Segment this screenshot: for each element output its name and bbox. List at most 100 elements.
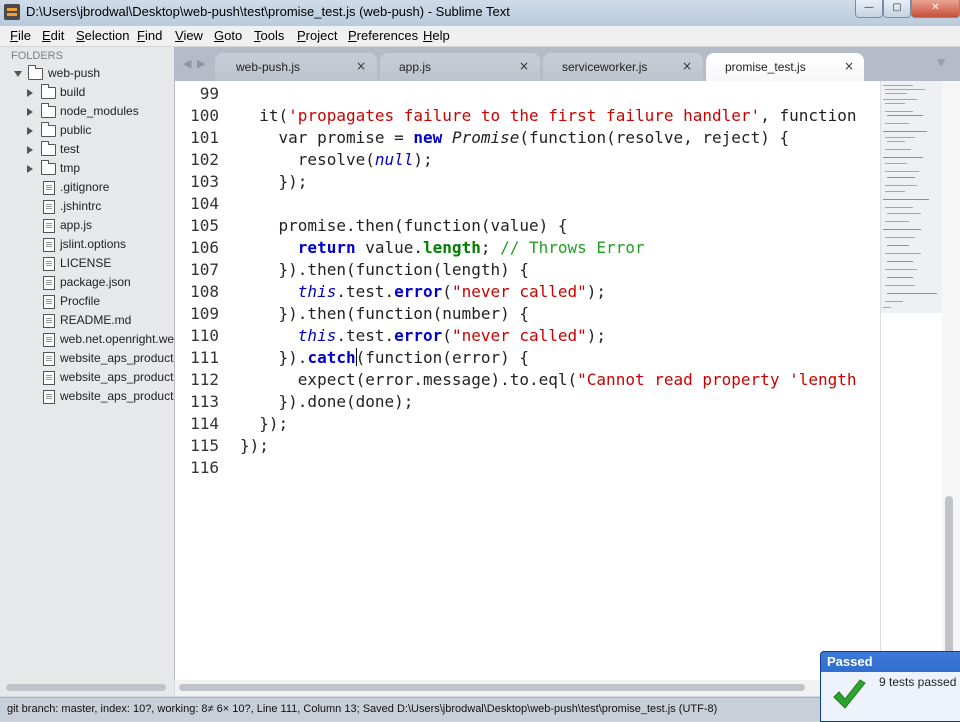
sidebar-folders: FOLDERS web-push build node_modules publ… (0, 47, 175, 680)
expand-right-icon[interactable] (27, 89, 33, 97)
tab-close-icon[interactable]: × (682, 59, 692, 73)
minimize-button[interactable]: — (855, 0, 883, 18)
menu-project[interactable]: Project (297, 28, 337, 43)
menu-file[interactable]: File (10, 28, 31, 43)
tab-scroll-right-icon[interactable]: ▶ (197, 57, 205, 70)
tab-label: app.js (399, 60, 432, 74)
tree-label: package.json (60, 275, 131, 289)
scrollbar-thumb[interactable] (6, 684, 166, 691)
line-number: 105 (190, 216, 219, 235)
line-number: 106 (190, 238, 219, 257)
expand-right-icon[interactable] (27, 108, 33, 116)
tree-folder-node-modules[interactable]: node_modules (0, 102, 174, 121)
folder-icon (41, 103, 56, 118)
tree-file[interactable]: jslint.options (0, 235, 174, 254)
tree-label: website_aps_productio (60, 370, 175, 384)
code-line-111: }).catch(function(error) { (240, 348, 529, 367)
tab-app-js[interactable]: app.js × (380, 53, 540, 81)
expand-right-icon[interactable] (27, 146, 33, 154)
tab-dropdown-icon[interactable]: ▼ (937, 56, 945, 69)
tab-serviceworker-js[interactable]: serviceworker.js × (543, 53, 703, 81)
file-icon (43, 181, 55, 195)
menu-selection[interactable]: Selection (76, 28, 129, 43)
tab-bar: ◀ ▶ web-push.js × app.js × serviceworker… (175, 47, 960, 81)
line-number: 99 (199, 84, 219, 103)
tree-label: public (60, 123, 92, 137)
tree-label: tmp (60, 161, 81, 175)
tree-label: .jshintrc (60, 199, 102, 213)
tree-label: website_aps_productio (60, 389, 175, 403)
file-icon (43, 238, 55, 252)
tree-root-web-push[interactable]: web-push (0, 64, 174, 83)
maximize-button[interactable]: ▢ (883, 0, 911, 18)
tab-scroll-left-icon[interactable]: ◀ (183, 57, 191, 70)
code-editor[interactable]: 99 100 101 102 103 104 105 106 107 108 1… (175, 81, 880, 680)
test-result-notification[interactable]: Passed 9 tests passed (820, 651, 960, 722)
code-line-103: }); (240, 172, 308, 191)
file-icon (43, 333, 55, 347)
tab-close-icon[interactable]: × (519, 59, 529, 73)
menu-find[interactable]: Find (137, 28, 162, 43)
tab-close-icon[interactable]: × (844, 59, 854, 73)
tree-file[interactable]: .jshintrc (0, 197, 174, 216)
expand-right-icon[interactable] (27, 127, 33, 135)
menu-tools[interactable]: Tools (254, 28, 284, 43)
checkmark-icon (833, 679, 866, 709)
scrollbar-thumb[interactable] (179, 684, 805, 691)
menu-edit[interactable]: Edit (42, 28, 64, 43)
status-bar: git branch: master, index: 10?, working:… (0, 697, 960, 721)
minimap[interactable] (880, 81, 943, 680)
tree-file[interactable]: package.json (0, 273, 174, 292)
tree-label: node_modules (60, 104, 139, 118)
code-line-110: this.test.error("never called"); (297, 326, 607, 345)
tab-web-push-js[interactable]: web-push.js × (215, 53, 377, 81)
code-line-106: return value.length; // Throws Error (297, 238, 645, 257)
file-icon (43, 314, 55, 328)
expand-right-icon[interactable] (27, 165, 33, 173)
tree-folder-build[interactable]: build (0, 83, 174, 102)
line-number-gutter: 99 100 101 102 103 104 105 106 107 108 1… (175, 81, 235, 680)
tree-folder-tmp[interactable]: tmp (0, 159, 174, 178)
sidebar-header: FOLDERS (11, 50, 63, 62)
menu-bar: File Edit Selection Find View Goto Tools… (0, 26, 960, 47)
tree-file[interactable]: website_aps_productio (0, 368, 174, 387)
menu-view[interactable]: View (175, 28, 203, 43)
line-number: 112 (190, 370, 219, 389)
line-number: 107 (190, 260, 219, 279)
folder-icon (41, 122, 56, 137)
tab-promise-test-js[interactable]: promise_test.js × (706, 53, 864, 81)
line-number-current: 111 (190, 348, 219, 367)
tree-label: Procfile (60, 294, 101, 308)
tree-folder-public[interactable]: public (0, 121, 174, 140)
tree-file[interactable]: .gitignore (0, 178, 174, 197)
folder-open-icon (28, 65, 43, 80)
tree-file[interactable]: web.net.openright.we (0, 330, 174, 349)
tree-file[interactable]: website_aps_productio (0, 349, 174, 368)
code-line-115: }); (240, 436, 269, 455)
tree-file[interactable]: README.md (0, 311, 174, 330)
file-icon (43, 257, 55, 271)
menu-goto[interactable]: Goto (214, 28, 242, 43)
code-line-100: it('propagates failure to the first fail… (240, 106, 857, 125)
tree-file[interactable]: LICENSE (0, 254, 174, 273)
file-icon (43, 352, 55, 366)
tree-file[interactable]: Procfile (0, 292, 174, 311)
sublime-app-icon[interactable] (4, 4, 20, 20)
sidebar-horizontal-scrollbar[interactable] (0, 680, 174, 696)
editor-horizontal-scrollbar[interactable] (175, 680, 880, 696)
tab-close-icon[interactable]: × (356, 59, 366, 73)
file-icon (43, 276, 55, 290)
line-number: 113 (190, 392, 219, 411)
tree-file[interactable]: website_aps_productio (0, 387, 174, 406)
menu-help[interactable]: Help (423, 28, 450, 43)
tree-label: .gitignore (60, 180, 110, 194)
expand-down-icon[interactable] (14, 71, 22, 77)
window-title: D:\Users\jbrodwal\Desktop\web-push\test\… (26, 4, 510, 19)
vertical-scrollbar[interactable] (942, 81, 960, 686)
folder-icon (41, 84, 56, 99)
close-button[interactable]: ✕ (911, 0, 960, 18)
tree-folder-test[interactable]: test (0, 140, 174, 159)
text-caret (355, 348, 357, 366)
menu-preferences[interactable]: Preferences (348, 28, 418, 43)
tree-file[interactable]: app.js (0, 216, 174, 235)
